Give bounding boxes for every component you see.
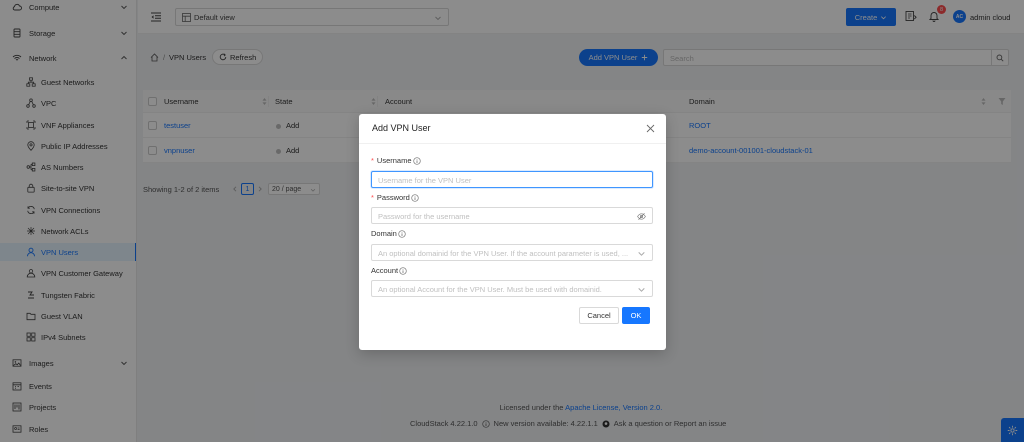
domain-placeholder: An optional domainid for the VPN User. I… [378,249,629,258]
info-circle-icon[interactable] [412,156,421,165]
chevron-down-icon [638,288,645,292]
info-circle-icon[interactable] [399,266,407,275]
chevron-down-icon [638,252,645,256]
account-label-text: Account [371,266,399,275]
info-circle-icon[interactable] [398,229,406,238]
account-label: Account [371,266,407,275]
domain-select[interactable]: An optional domainid for the VPN User. I… [371,244,653,261]
password-label-text: Password [376,193,410,202]
domain-label: Domain [371,229,406,238]
username-placeholder: Username for the VPN User [378,176,472,185]
account-select[interactable]: An optional Account for the VPN User. Mu… [371,280,653,297]
password-input[interactable]: Password for the username [371,207,653,224]
ok-button[interactable]: OK [622,307,650,324]
eye-invisible-icon[interactable] [637,212,646,221]
close-icon[interactable] [646,124,655,133]
required-mark: * [371,193,374,202]
username-label: * Username [371,156,421,165]
dialog-title: Add VPN User [372,123,431,133]
dialog-divider [359,143,666,144]
account-placeholder: An optional Account for the VPN User. Mu… [378,285,602,294]
password-placeholder: Password for the username [378,212,470,221]
domain-label-text: Domain [371,229,397,238]
username-input[interactable]: Username for the VPN User [371,171,653,188]
password-label: * Password [371,193,419,202]
info-circle-icon[interactable] [411,193,419,202]
add-vpn-user-dialog: Add VPN User * Username Username for the… [359,114,666,350]
cancel-button[interactable]: Cancel [579,307,619,324]
username-label-text: Username [376,156,412,165]
required-mark: * [371,156,374,165]
